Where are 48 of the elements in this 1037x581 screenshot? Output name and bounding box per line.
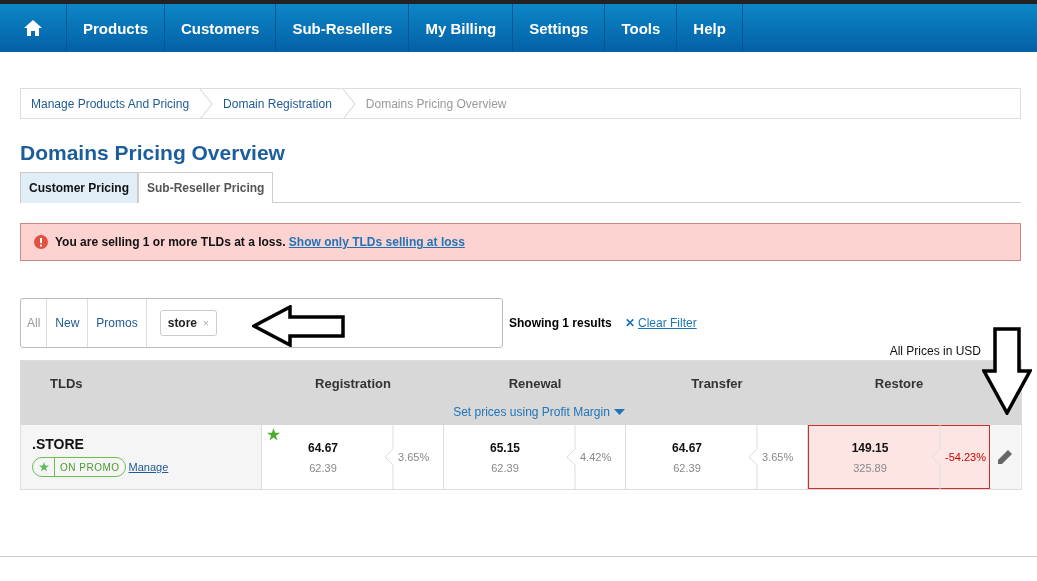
filter-button[interactable]: New: [47, 299, 89, 347]
cost-value: 325.89: [853, 461, 887, 474]
price-value: 149.15: [851, 440, 889, 455]
breadcrumb-link[interactable]: Domain Registration: [223, 96, 338, 111]
column-header: Registration: [314, 375, 392, 391]
manage-link[interactable]: Manage: [128, 461, 169, 473]
arrow-icon: [982, 327, 1032, 415]
nav-item[interactable]: Settings: [513, 4, 606, 52]
cost-value: 62.39: [673, 461, 701, 474]
page-title: Domains Pricing Overview: [20, 141, 286, 165]
price-value: 64.67: [672, 440, 702, 455]
filter-button[interactable]: Promos: [88, 299, 147, 347]
margin-value: 3.65%: [397, 451, 430, 463]
warning-icon: [34, 235, 48, 249]
tab[interactable]: Sub-Reseller Pricing: [138, 172, 274, 203]
margin-value: 4.42%: [579, 451, 612, 463]
filter-button[interactable]: All: [21, 299, 48, 347]
nav-item[interactable]: Tools: [605, 4, 678, 52]
edit-icon[interactable]: [997, 449, 1013, 465]
column-header: TLDs: [49, 375, 84, 391]
caret-icon: [613, 409, 625, 415]
nav-item[interactable]: Customers: [165, 4, 277, 52]
margin-value: 3.65%: [761, 451, 794, 463]
margin-value: -54.23%: [944, 451, 986, 463]
tag-label: store: [167, 316, 198, 330]
cost-value: 62.39: [309, 461, 337, 474]
nav-item[interactable]: Sub-Resellers: [276, 4, 410, 52]
home-icon: [24, 20, 42, 36]
loss-filter-link[interactable]: Show only TLDs selling at loss: [288, 235, 465, 249]
profit-margin-dropdown[interactable]: Set prices using Profit Margin: [453, 405, 625, 419]
price-value: 65.15: [490, 440, 520, 455]
column-header: Transfer: [690, 375, 744, 391]
nav-item[interactable]: Products: [67, 4, 165, 52]
alert-message: You are selling 1 or more TLDs at a loss. Show only TLDs selling at loss: [55, 235, 465, 249]
results-count: Showing 1 results: [509, 316, 612, 330]
tld-name: .STORE: [32, 436, 85, 452]
nav-item[interactable]: My Billing: [409, 4, 514, 52]
nav-item[interactable]: Help: [677, 4, 743, 52]
tab[interactable]: Customer Pricing: [20, 172, 139, 203]
breadcrumb-link[interactable]: Manage Products And Pricing: [31, 96, 196, 111]
arrow-icon: [252, 305, 346, 347]
price-value: 64.67: [308, 440, 338, 455]
currency-note: All Prices in USD: [889, 344, 981, 358]
column-header: Restore: [873, 375, 925, 391]
cost-value: 62.39: [491, 461, 519, 474]
breadcrumb-current: Domains Pricing Overview: [365, 96, 508, 111]
column-header: Renewal: [507, 375, 563, 391]
clear-filter-link[interactable]: ✕ Clear Filter: [624, 316, 697, 330]
